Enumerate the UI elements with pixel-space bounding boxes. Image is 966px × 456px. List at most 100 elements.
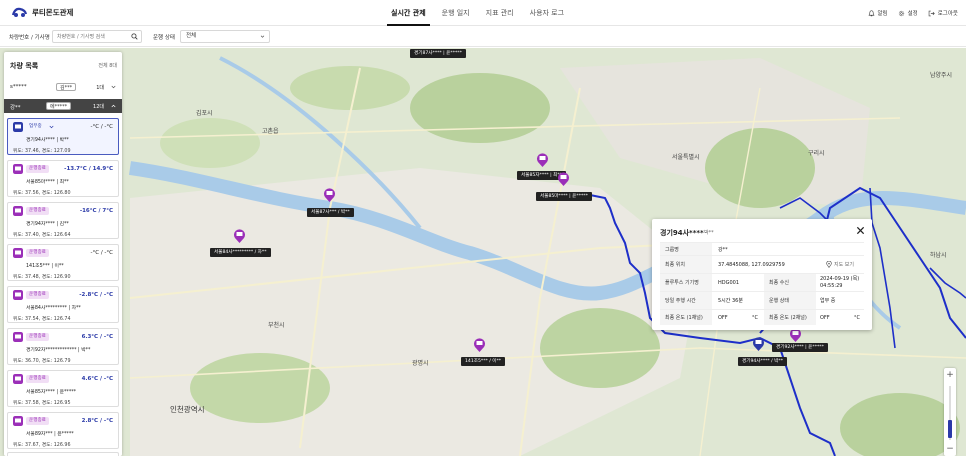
vehicle-plate: 경기92자************* | 박** [26,348,91,353]
temperature: -°C / -°C [90,124,114,130]
vehicle-card[interactable]: 운행종료 -16°C / 7°C 경기94자**** | 김** 위도: 37.… [7,202,119,239]
close-icon[interactable] [856,226,865,235]
popup-row-temperature: 최종 온도 (1채널) OFF °C 최종 온도 (2채널) OFF °C [660,309,864,325]
app-logo[interactable]: 루티몬도관제 [11,6,73,19]
header-actions: 알림 설정 로그아웃 [868,0,958,26]
temperature: -2.8°C / -°C [79,292,113,298]
vehicle-card[interactable]: 운행종료 -°C / -°C 141조5*** | 이** 위도: 37.48,… [7,244,119,281]
settings-button[interactable]: 설정 [898,9,918,17]
popup-value: 업무 중 [820,298,836,304]
popup-value: OFF [718,314,728,321]
popup-row-drive-time: 당일 주행 시간 5시간 36분 운행 상태 업무 중 [660,291,864,309]
vehicle-plate: 서울85마**** | 최** [26,180,69,185]
status-badge: 운행종료 [26,375,49,383]
marker-label[interactable]: 경기92사**** | 윤***** [772,343,828,352]
popup-row-device: 플루투스 기기명 HDG001 최종 수신 2024-09-19 (목) 04:… [660,273,864,291]
vehicle-marker-icon[interactable] [473,337,486,353]
marker-label[interactable]: 서울87사*** / 박** [307,208,354,217]
map-label-namyangju: 남양주시 [930,72,953,79]
group-manager-pill: 김*** [56,83,77,91]
vehicle-marker-icon[interactable] [557,171,570,187]
vehicle-card[interactable]: 운행종료 -13.7°C / 14.9°C 서울85마**** | 최** 위도… [7,160,119,197]
settings-label: 설정 [907,11,918,17]
truck-icon [13,122,23,132]
vehicle-marker-icon[interactable] [536,152,549,168]
vehicle-plate: 서울89자*** | 윤***** [26,432,74,437]
truck-icon [13,332,23,342]
zoom-out-button[interactable]: − [944,443,956,455]
group-row[interactable]: s***** 김*** 1대 [4,80,122,94]
popup-key: 운행 상태 [764,292,816,309]
truck-icon [13,374,23,384]
temperature: -°C / -°C [90,250,114,256]
marker-label[interactable]: 서울84사********* / 차** [210,248,271,257]
main-nav: 실시간 관제 운행 일지 지표 관리 사용자 로그 [383,0,572,26]
status-badge: 운행종료 [26,333,49,341]
popup-key: 플루투스 기기명 [660,274,712,291]
vehicle-marker-icon[interactable] [233,228,246,244]
vehicle-coord: 위도: 36.70, 경도: 126.79 [13,359,71,364]
chevron-down-icon[interactable] [49,125,54,129]
marker-label[interactable]: 서울85마**** | 윤***** [536,192,592,201]
marker-label[interactable]: 141조5*** / 이** [461,357,506,366]
vehicle-plate: 서울85자**** | 윤***** [26,390,77,395]
popup-key: 그룹명 [660,243,712,255]
popup-key: 최종 온도 (2채널) [764,310,816,325]
popup-key: 최종 수신 [764,274,816,291]
tab-driving-log[interactable]: 운행 일지 [434,0,478,26]
popup-unit: °C [854,314,860,321]
group-name: s***** [10,84,27,90]
map-label-hanam: 하남시 [930,252,947,259]
vehicle-card[interactable]: 운행종료 2.8°C / -°C 서울89자*** | 윤***** 위도: 3… [7,412,119,449]
search-label: 차량번호 / 기사명 [9,35,50,41]
zoom-slider-handle[interactable] [948,420,952,438]
marker-label[interactable]: 경기94사**** / 박** [738,357,788,366]
bell-icon [868,9,874,16]
vehicle-list-title: 차량 목록 [10,62,39,70]
map-label-incheon: 인천광역시 [170,405,205,414]
map-label-gochon: 고촌읍 [262,128,279,135]
vehicle-card[interactable]: 운행종료 4.6°C / -°C 서울85자**** | 윤***** 위도: … [7,370,119,407]
app-root: 루티몬도관제 실시간 관제 운행 일지 지표 관리 사용자 로그 알림 설정 로… [0,0,966,456]
logo-icon [11,7,28,17]
vehicle-card[interactable]: 업무중 -°C / -°C 경기94사**** | 박** 위도: 37.46,… [7,118,119,155]
popup-driver: 박** [704,230,714,236]
marker-label[interactable]: 경기87사**** | 윤***** [410,49,466,58]
popup-row-location: 최종 위치 37.4845088, 127.0929759 지도 보기 [660,255,864,273]
tab-metrics[interactable]: 지표 관리 [478,0,522,26]
status-badge: 운행종료 [26,249,49,257]
popup-value: OFF [820,314,830,321]
vehicle-coord: 위도: 37.58, 경도: 126.95 [13,401,71,406]
truck-icon [13,416,23,426]
filter-bar: 차량번호 / 기사명 운행 상태 전체 [0,27,966,47]
selected-vehicle-marker-icon[interactable] [752,336,765,352]
map-view-link[interactable]: 지도 보기 [826,256,854,273]
status-badge: 운행종료 [26,165,49,173]
vehicle-coord: 위도: 37.67, 경도: 126.96 [13,443,71,448]
group-row-expanded[interactable]: 강** 에***** 12대 [4,99,122,113]
popup-value: 2024-09-19 (목) 04:55:29 [820,275,860,289]
popup-value: 강** [718,246,728,253]
vehicle-card[interactable]: 운행종료 -2.8°C / -°C 서울84사********* | 차** 위… [7,286,119,323]
vehicle-card[interactable]: 운행종료 6.3°C / -°C 경기92자************* | 박*… [7,328,119,365]
tab-user-log[interactable]: 사용자 로그 [522,0,572,26]
search-input[interactable] [52,30,142,43]
alarm-button[interactable]: 알림 [868,9,888,17]
popup-row-group: 그룹명 강** [660,242,864,255]
logout-button[interactable]: 로그아웃 [928,9,958,17]
search-icon[interactable] [131,33,138,40]
popup-value: HDG001 [718,279,740,286]
vehicle-plate: 경기94사**** | 박** [26,138,69,143]
zoom-in-button[interactable]: + [944,369,956,381]
vehicle-marker-icon[interactable] [323,187,336,203]
popup-key: 최종 위치 [660,256,712,273]
vehicle-card-partial[interactable] [7,452,119,456]
alarm-label: 알림 [877,11,888,17]
status-select[interactable]: 전체 [180,30,270,43]
tab-realtime[interactable]: 실시간 관제 [383,0,434,26]
vehicle-plate: 서울84사********* | 차** [26,306,81,311]
chevron-down-icon [111,85,116,89]
zoom-control: + − [944,368,956,456]
temperature: 2.8°C / -°C [81,418,113,424]
chevron-up-icon [111,104,116,108]
